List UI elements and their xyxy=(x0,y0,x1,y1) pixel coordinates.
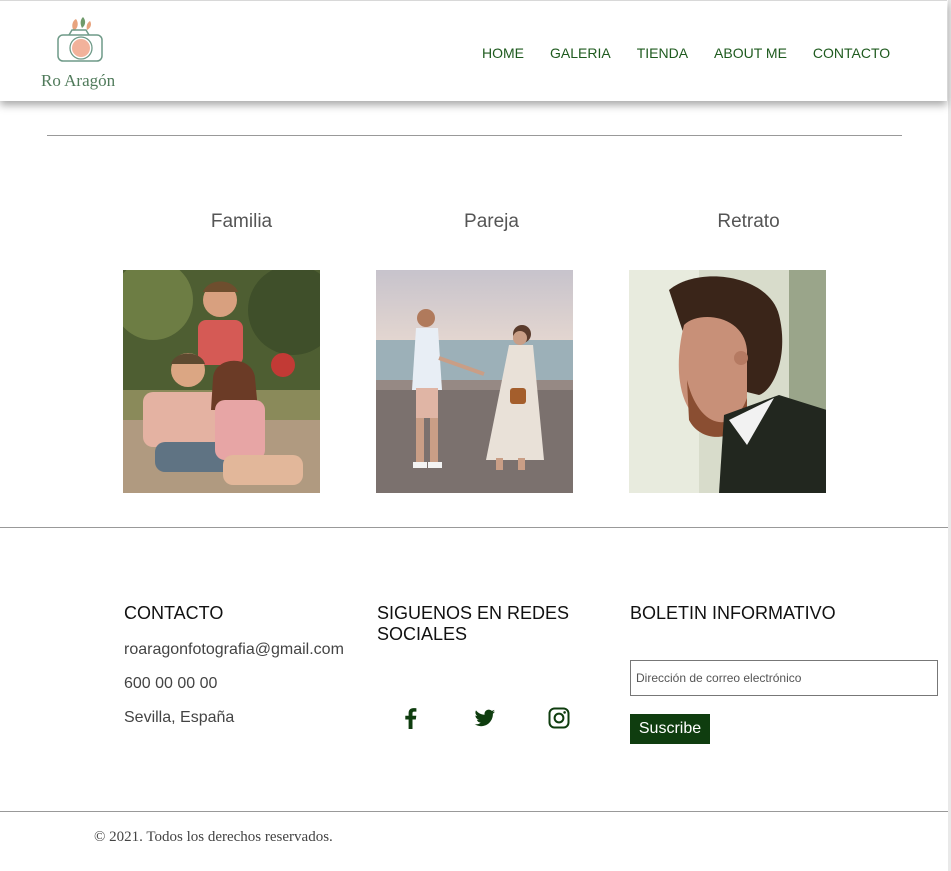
portrait-photo[interactable] xyxy=(629,270,826,493)
contact-phone: 600 00 00 00 xyxy=(124,675,218,692)
brand-logo[interactable]: Ro Aragón xyxy=(38,11,124,91)
nav-about-me[interactable]: ABOUT ME xyxy=(714,45,787,61)
contact-email[interactable]: roaragonfotografia@gmail.com xyxy=(124,641,344,659)
main-nav: HOME GALERIA TIENDA ABOUT ME CONTACTO xyxy=(482,45,916,61)
category-title-retrato: Retrato xyxy=(717,211,780,232)
nav-contacto[interactable]: CONTACTO xyxy=(813,45,890,61)
nav-galeria[interactable]: GALERIA xyxy=(550,45,611,61)
subscribe-button[interactable]: Suscribe xyxy=(630,714,710,744)
twitter-icon[interactable] xyxy=(472,705,498,731)
family-photo[interactable] xyxy=(123,270,320,493)
newsletter-heading: BOLETIN INFORMATIVO xyxy=(630,603,836,623)
category-title-pareja: Pareja xyxy=(464,211,519,232)
nav-tienda[interactable]: TIENDA xyxy=(637,45,688,61)
site-header: Ro Aragón HOME GALERIA TIENDA ABOUT ME C… xyxy=(0,0,947,101)
nav-home[interactable]: HOME xyxy=(482,45,524,61)
facebook-icon[interactable] xyxy=(398,705,424,731)
contact-heading: CONTACTO xyxy=(124,603,224,623)
divider xyxy=(0,811,948,812)
social-heading: SIGUENOS EN REDES SOCIALES xyxy=(377,603,570,644)
brand-name: Ro Aragón xyxy=(41,71,116,90)
divider xyxy=(0,527,948,528)
category-title-familia: Familia xyxy=(210,211,273,232)
instagram-icon[interactable] xyxy=(546,705,572,731)
camera-logo-icon xyxy=(57,17,103,62)
copyright-text: © 2021. Todos los derechos reservados. xyxy=(94,829,333,845)
couple-photo[interactable] xyxy=(376,270,573,493)
contact-location: Sevilla, España xyxy=(124,709,235,726)
divider xyxy=(47,135,902,136)
newsletter-email-input[interactable] xyxy=(630,660,938,696)
